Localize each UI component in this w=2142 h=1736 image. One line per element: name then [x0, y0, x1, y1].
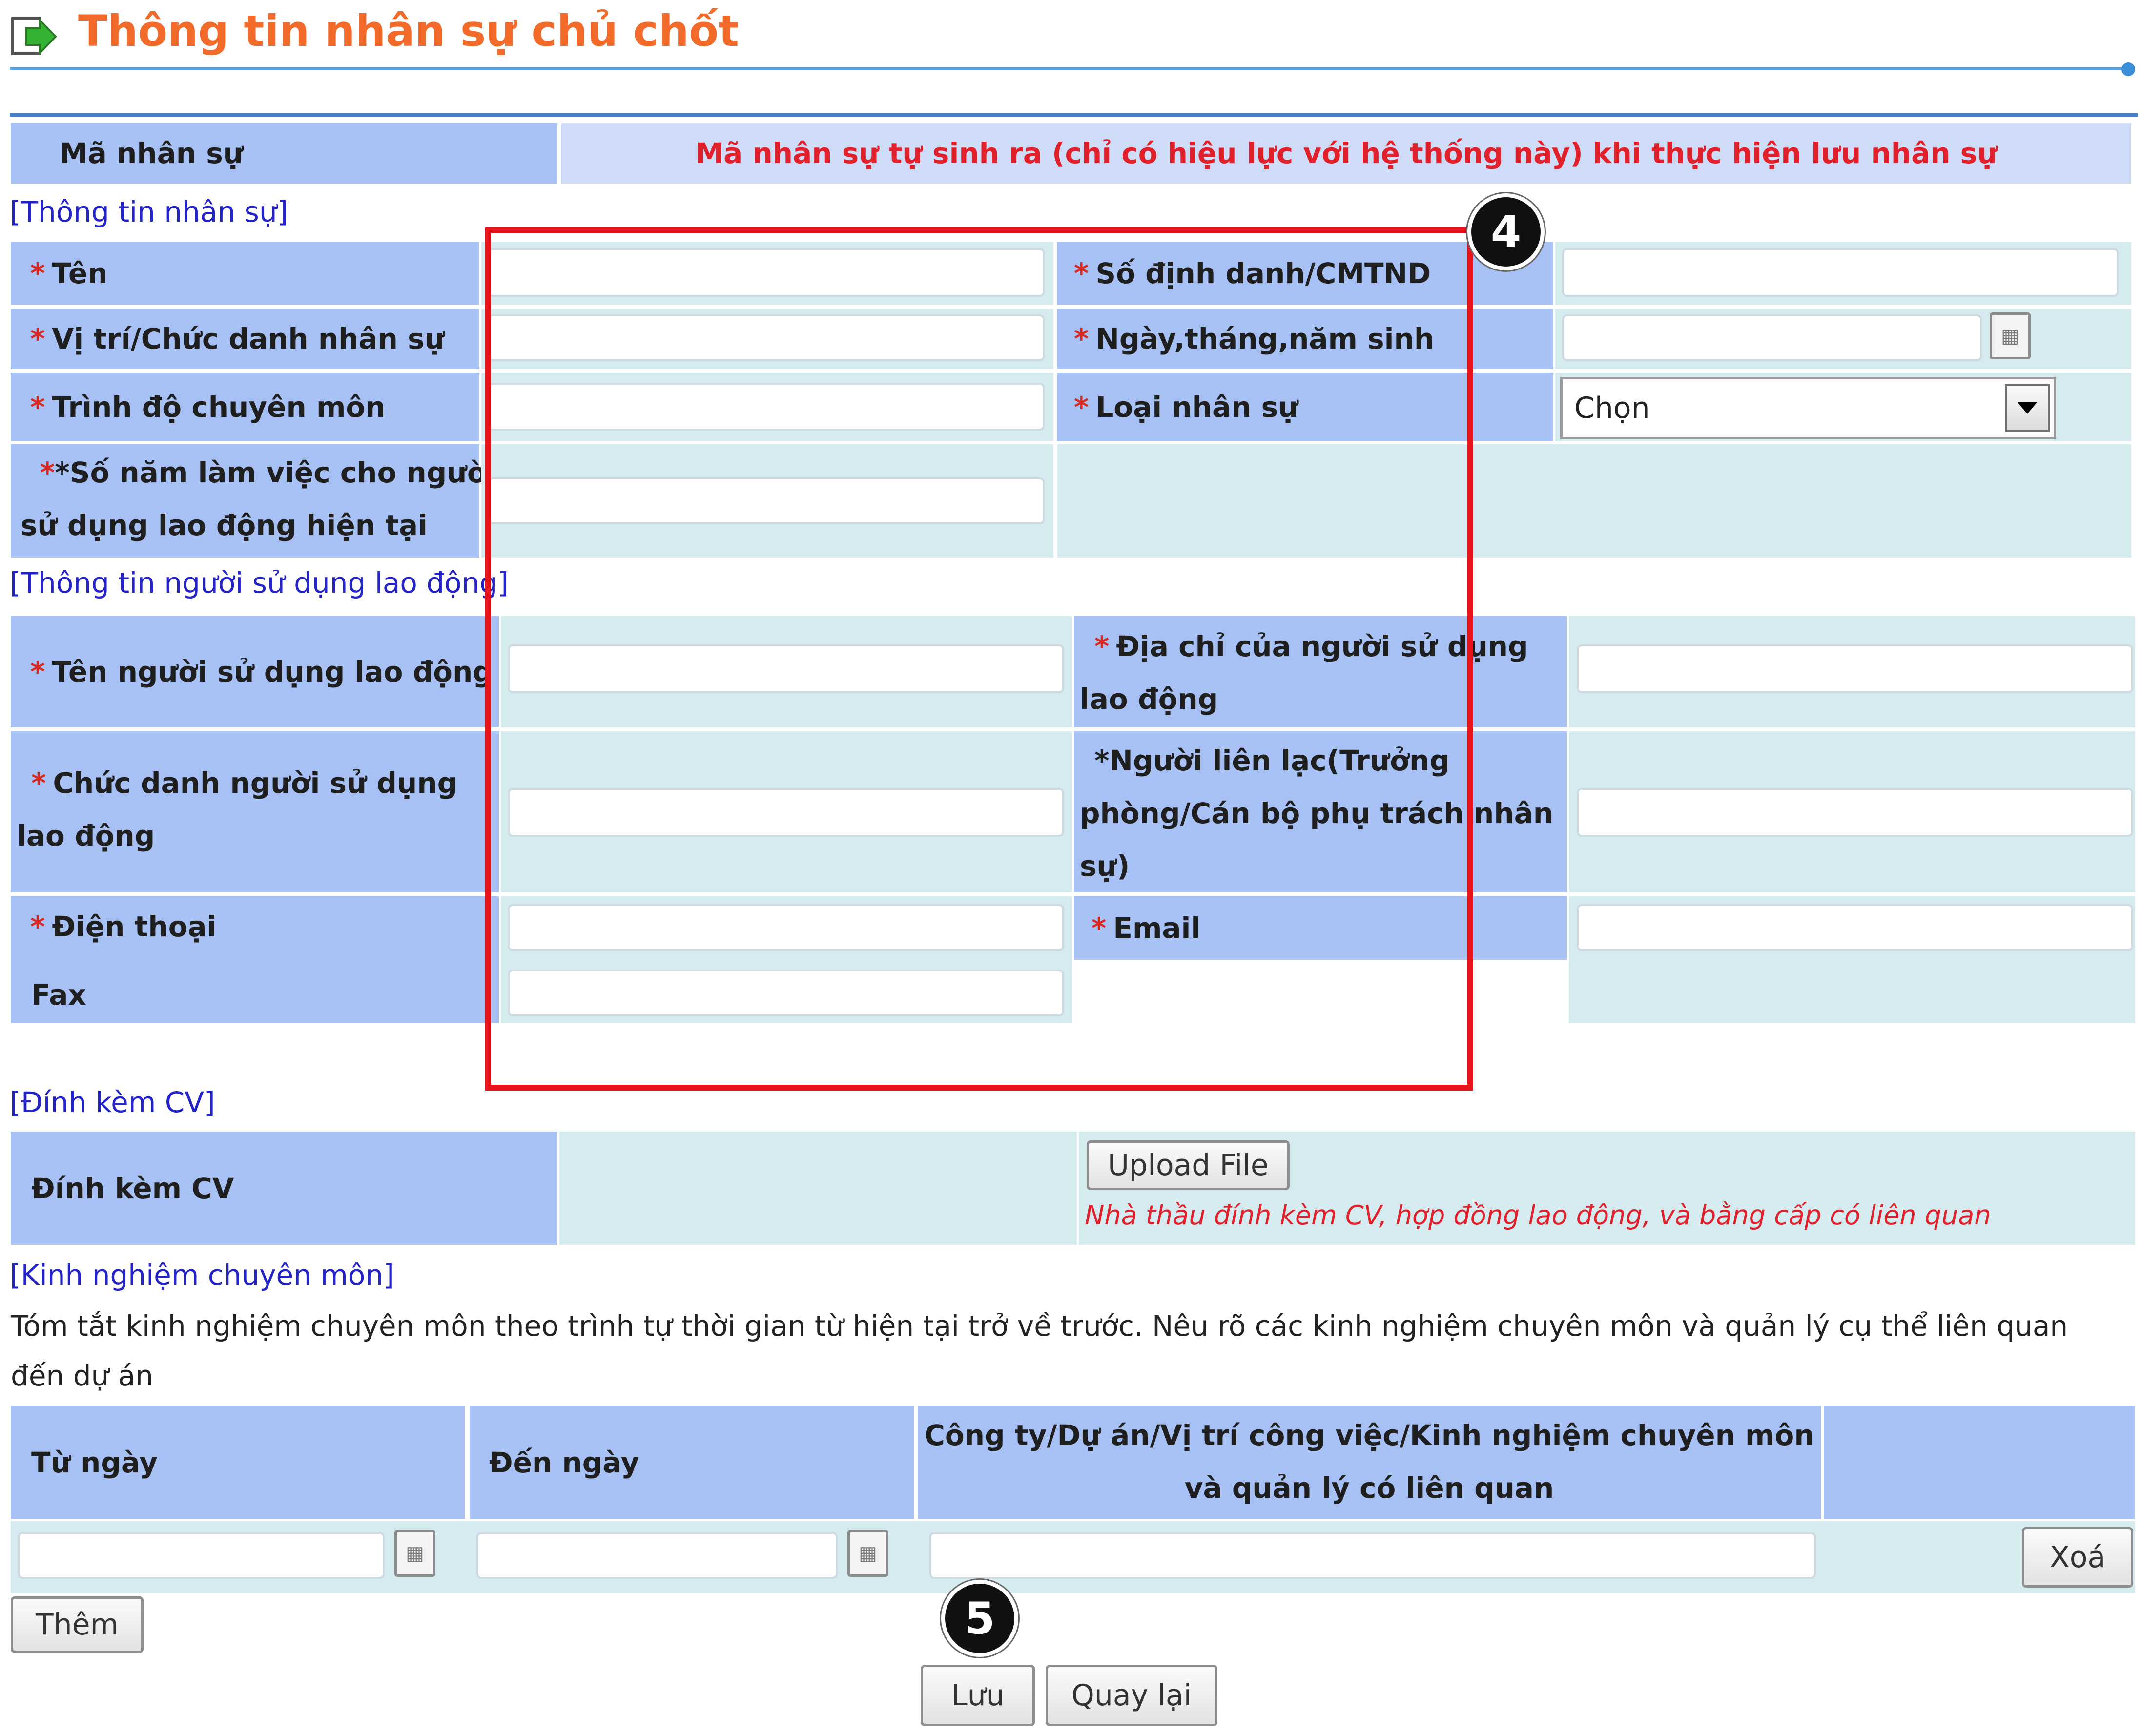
- col-header-desc-line1: Công ty/Dự án/Vị trí công việc/Kinh nghi…: [924, 1419, 1814, 1452]
- ten-nsd-label: Tên người sử dụng lao động: [52, 655, 493, 688]
- so-nam-label-line1: *Số năm làm việc cho người: [55, 456, 496, 489]
- step-badge-4: 4: [1467, 193, 1545, 270]
- cv-hint: Nhà thầu đính kèm CV, hợp đồng lao động,…: [1085, 1200, 1991, 1231]
- required-marker: *: [30, 391, 45, 424]
- chevron-down-icon[interactable]: [2005, 384, 2050, 432]
- page-title: Thông tin nhân sự chủ chốt: [78, 6, 739, 56]
- trinh-do-label-cell: * Trình độ chuyên môn: [11, 373, 479, 441]
- required-marker: *: [30, 257, 45, 290]
- col-header-action: [1824, 1406, 2135, 1519]
- experience-desc-input[interactable]: [929, 1532, 1816, 1579]
- add-row-button[interactable]: Thêm: [11, 1596, 144, 1653]
- trinh-do-label: Trình độ chuyên môn: [52, 391, 386, 424]
- cv-spacer-cell: [559, 1132, 1077, 1245]
- calendar-icon[interactable]: ▦: [847, 1530, 888, 1577]
- cv-label-cell: Đính kèm CV: [11, 1132, 557, 1245]
- section-employer: [Thông tin người sử dụng lao động]: [10, 566, 509, 599]
- required-marker: *: [40, 456, 55, 489]
- page-header: Thông tin nhân sự chủ chốt: [0, 0, 2142, 78]
- form-top-rule: [10, 113, 2138, 117]
- col-header-desc: Công ty/Dự án/Vị trí công việc/Kinh nghi…: [918, 1406, 1821, 1519]
- col-header-to: Đến ngày: [470, 1406, 914, 1519]
- highlight-box: [485, 227, 1473, 1091]
- upload-file-button[interactable]: Upload File: [1087, 1140, 1290, 1190]
- vi-tri-label-cell: * Vị trí/Chức danh nhân sự: [11, 309, 479, 369]
- section-experience: [Kinh nghiệm chuyên môn]: [10, 1259, 394, 1292]
- col-header-to-label: Đến ngày: [489, 1446, 639, 1479]
- ma-nhan-su-label-cell: Mã nhân sự: [11, 123, 557, 184]
- ma-nhan-su-label: Mã nhân sự: [60, 137, 244, 170]
- header-divider-dot: [2121, 62, 2135, 76]
- loai-nhan-su-selected: Chọn: [1574, 391, 1650, 425]
- required-marker: *: [30, 655, 45, 688]
- ten-label-cell: * Tên: [11, 242, 479, 305]
- col-header-from-label: Từ ngày: [31, 1446, 158, 1479]
- experience-description-line2: đến dự án: [11, 1359, 154, 1392]
- to-date-input[interactable]: [476, 1532, 838, 1579]
- cv-label: Đính kèm CV: [31, 1172, 234, 1205]
- ngay-sinh-input[interactable]: [1562, 314, 1982, 361]
- so-dinh-danh-input[interactable]: [1562, 248, 2119, 297]
- required-marker: *: [30, 910, 45, 943]
- fax-label: Fax: [31, 978, 86, 1012]
- ma-nhan-su-note-cell: Mã nhân sự tự sinh ra (chỉ có hiệu lực v…: [561, 123, 2131, 184]
- calendar-icon[interactable]: ▦: [1990, 312, 2031, 359]
- from-date-input[interactable]: [18, 1532, 385, 1579]
- calendar-icon[interactable]: ▦: [394, 1530, 435, 1577]
- so-nam-label-cell: **Số năm làm việc cho người sử dụng lao …: [11, 444, 496, 558]
- section-cv: [Đính kèm CV]: [10, 1086, 215, 1119]
- chuc-danh-label-line1: Chức danh người sử dụng: [53, 766, 458, 800]
- back-button[interactable]: Quay lại: [1046, 1665, 1217, 1726]
- ma-nhan-su-note: Mã nhân sự tự sinh ra (chỉ có hiệu lực v…: [695, 137, 1998, 170]
- experience-description-line1: Tóm tắt kinh nghiệm chuyên môn theo trìn…: [11, 1309, 2068, 1343]
- loai-nhan-su-select[interactable]: Chọn: [1560, 377, 2056, 439]
- col-header-from: Từ ngày: [11, 1406, 465, 1519]
- chuc-danh-label-cell: * Chức danh người sử dụng lao động: [11, 731, 499, 892]
- required-marker: *: [30, 322, 45, 355]
- arrow-right-icon: [11, 17, 57, 55]
- email-input[interactable]: [1577, 904, 2133, 951]
- save-button[interactable]: Lưu: [921, 1665, 1035, 1726]
- dia-chi-input[interactable]: [1577, 644, 2133, 693]
- chuc-danh-label-line2: lao động: [17, 819, 155, 852]
- so-nam-label-line2: sử dụng lao động hiện tại: [21, 509, 428, 542]
- section-personnel: [Thông tin nhân sự]: [10, 195, 288, 228]
- lien-lac-input[interactable]: [1577, 788, 2133, 837]
- vi-tri-label: Vị trí/Chức danh nhân sự: [52, 322, 445, 355]
- dien-thoai-label-wrap: * Điện thoại: [30, 910, 217, 943]
- delete-row-button[interactable]: Xoá: [2022, 1527, 2133, 1588]
- step-badge-5: 5: [941, 1580, 1018, 1657]
- dien-thoai-label: Điện thoại: [52, 910, 217, 943]
- ten-label: Tên: [52, 257, 108, 290]
- col-header-desc-line2: và quản lý có liên quan: [1184, 1471, 1554, 1505]
- required-marker: *: [31, 766, 46, 800]
- header-divider: [10, 67, 2133, 70]
- ten-nsd-label-cell: * Tên người sử dụng lao động: [11, 616, 499, 727]
